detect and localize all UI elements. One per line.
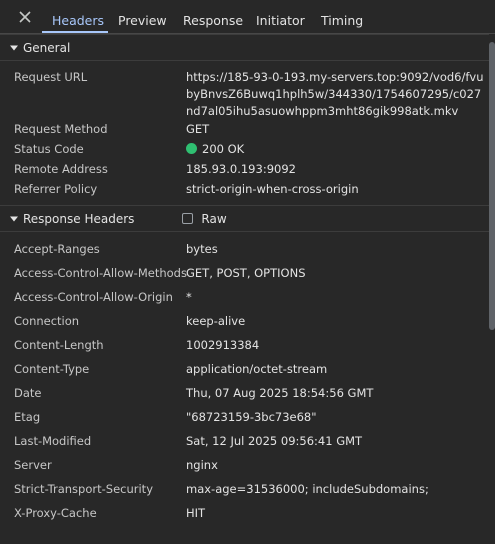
header-value[interactable]: "68723159-3bc73e68" xyxy=(186,409,486,426)
tab-timing[interactable]: Timing xyxy=(321,0,363,33)
header-value[interactable]: keep-alive xyxy=(186,313,486,330)
header-value[interactable]: max-age=31536000; includeSubdomains; xyxy=(186,481,486,498)
status-value[interactable]: 200 OK xyxy=(186,141,486,158)
header-key: X-Proxy-Cache xyxy=(14,506,97,520)
header-key: Accept-Ranges xyxy=(14,242,100,256)
tab-response[interactable]: Response xyxy=(183,0,243,33)
header-key: Remote Address xyxy=(14,162,108,176)
response-headers-section-header[interactable]: Response Headers Raw xyxy=(0,205,489,232)
header-value[interactable]: GET xyxy=(186,121,486,138)
header-value[interactable]: 185.93.0.193:9092 xyxy=(186,161,486,178)
header-key: Server xyxy=(14,458,52,472)
header-key: Last-Modified xyxy=(14,434,92,448)
header-value[interactable]: bytes xyxy=(186,241,486,258)
tab-initiator[interactable]: Initiator xyxy=(256,0,305,33)
header-key: Content-Type xyxy=(14,362,90,376)
header-key: Request Method xyxy=(14,122,108,136)
close-icon[interactable] xyxy=(16,8,34,26)
header-value[interactable]: Sat, 12 Jul 2025 09:56:41 GMT xyxy=(186,433,486,450)
header-value[interactable]: 1002913384 xyxy=(186,337,486,354)
general-section-title: General xyxy=(23,40,71,55)
header-key: Status Code xyxy=(14,142,84,156)
header-value[interactable]: nginx xyxy=(186,457,486,474)
header-value[interactable]: HIT xyxy=(186,505,486,522)
header-value[interactable]: application/octet-stream xyxy=(186,361,486,378)
active-tab-indicator xyxy=(42,31,108,33)
triangle-down-icon xyxy=(10,216,18,221)
response-headers-section-title: Response Headers xyxy=(23,211,135,226)
devtools-tab-bar: Headers Preview Response Initiator Timin… xyxy=(0,0,495,34)
status-ok-icon xyxy=(186,143,197,154)
header-key: Access-Control-Allow-Origin xyxy=(14,290,173,304)
header-value[interactable]: Thu, 07 Aug 2025 18:54:56 GMT xyxy=(186,385,486,402)
header-key: Connection xyxy=(14,314,80,328)
raw-checkbox[interactable] xyxy=(182,213,194,224)
tab-headers[interactable]: Headers xyxy=(52,0,104,33)
raw-label: Raw xyxy=(201,211,227,226)
status-text: 200 OK xyxy=(202,142,245,156)
header-key: Date xyxy=(14,386,42,400)
header-key: Strict-Transport-Security xyxy=(14,482,153,496)
header-key: Referrer Policy xyxy=(14,182,98,196)
header-value[interactable]: strict-origin-when-cross-origin xyxy=(186,181,486,198)
header-key: Request URL xyxy=(14,70,88,84)
header-key: Etag xyxy=(14,410,41,424)
header-value[interactable]: * xyxy=(186,289,486,306)
header-key: Access-Control-Allow-Methods xyxy=(14,266,187,280)
general-section-header[interactable]: General xyxy=(0,34,489,61)
header-value[interactable]: GET, POST, OPTIONS xyxy=(186,265,486,282)
header-value[interactable]: https://185-93-0-193.my-servers.top:9092… xyxy=(186,69,486,120)
scrollbar-thumb[interactable] xyxy=(489,42,495,330)
triangle-down-icon xyxy=(10,45,18,50)
header-key: Content-Length xyxy=(14,338,104,352)
tab-preview[interactable]: Preview xyxy=(118,0,167,33)
headers-panel: General Request URL https://185-93-0-193… xyxy=(0,34,489,544)
